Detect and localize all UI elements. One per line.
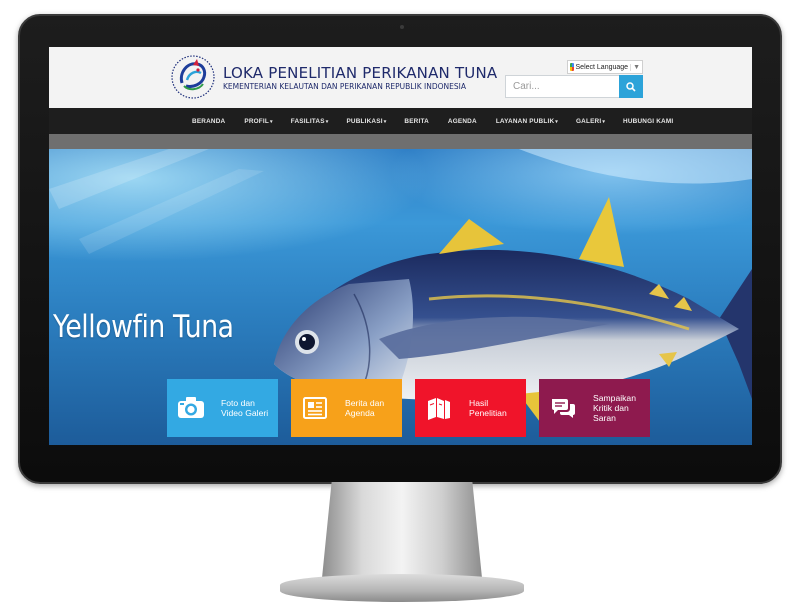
chevron-down-icon: ▾	[555, 118, 558, 125]
nav-item-label: PUBLIKASI	[346, 117, 383, 125]
monitor-base	[280, 574, 524, 602]
site-header: LOKA PENELITIAN PERIKANAN TUNA KEMENTERI…	[49, 47, 752, 108]
divider-strip	[49, 134, 752, 149]
nav-item-galeri[interactable]: GALERI▾	[567, 118, 614, 125]
nav-item-label: BERITA	[404, 117, 429, 125]
nav-item-label: PROFIL	[244, 117, 269, 125]
nav-item-label: HUBUNGI KAMI	[623, 117, 674, 125]
search-button[interactable]	[619, 75, 643, 98]
books-icon	[425, 394, 453, 422]
nav-item-label: GALERI	[575, 117, 602, 125]
language-select-label: Select Language	[575, 63, 629, 71]
tile-foto-video-galeri[interactable]: Foto dan Video Galeri	[167, 379, 278, 437]
nav-item-berita[interactable]: BERITA	[395, 118, 439, 125]
tile-label: Berita dan Agenda	[345, 398, 385, 418]
webcam-dot	[400, 25, 404, 29]
tile-berita-agenda[interactable]: Berita dan Agenda	[291, 379, 402, 437]
nav-item-beranda[interactable]: BERANDA	[183, 118, 235, 125]
tile-hasil-penelitian[interactable]: Hasil Penelitian	[415, 379, 526, 437]
newspaper-icon	[301, 394, 329, 422]
site-subtitle: KEMENTERIAN KELAUTAN DAN PERIKANAN REPUB…	[223, 82, 466, 91]
nav-item-publikasi[interactable]: PUBLIKASI▾	[337, 118, 395, 125]
hero-banner: Yellowfin Tuna Foto dan Video Galeri Ber…	[49, 149, 752, 445]
chevron-down-icon: ▼	[630, 63, 642, 71]
nav-item-label: FASILITAS	[290, 117, 325, 125]
nav-item-label: LAYANAN PUBLIK	[495, 117, 555, 125]
chat-icon	[549, 394, 577, 422]
camera-icon	[177, 394, 205, 422]
nav-item-label: AGENDA	[447, 117, 477, 125]
language-select[interactable]: Select Language ▼	[567, 60, 643, 74]
tile-label: Hasil Penelitian	[469, 398, 507, 418]
hero-title: Yellowfin Tuna	[53, 309, 234, 345]
nav-item-fasilitas[interactable]: FASILITAS▾	[282, 118, 338, 125]
nav-item-hubungi-kami[interactable]: HUBUNGI KAMI	[614, 118, 683, 125]
website-screen: LOKA PENELITIAN PERIKANAN TUNA KEMENTERI…	[49, 47, 752, 445]
tile-label: Foto dan Video Galeri	[221, 398, 269, 418]
site-title[interactable]: LOKA PENELITIAN PERIKANAN TUNA	[223, 64, 497, 82]
tile-kritik-saran[interactable]: Sampaikan Kritik dan Saran	[539, 379, 650, 437]
search-icon	[626, 81, 636, 92]
chevron-down-icon: ▾	[325, 118, 329, 125]
main-navbar: BERANDA PROFIL▾ FASILITAS▾ PUBLIKASI▾ BE…	[49, 108, 752, 134]
logo-icon[interactable]	[169, 53, 217, 101]
nav-item-profil[interactable]: PROFIL▾	[235, 118, 281, 125]
search-input[interactable]	[505, 75, 619, 98]
chevron-down-icon: ▾	[383, 118, 387, 125]
google-translate-icon	[570, 63, 574, 71]
nav-item-label: BERANDA	[192, 117, 226, 125]
monitor-stand	[322, 482, 482, 578]
nav-item-layanan-publik[interactable]: LAYANAN PUBLIK▾	[487, 118, 567, 125]
chevron-down-icon: ▾	[602, 118, 606, 125]
tile-label: Sampaikan Kritik dan Saran	[593, 393, 636, 423]
chevron-down-icon: ▾	[270, 118, 273, 125]
nav-item-agenda[interactable]: AGENDA	[439, 118, 487, 125]
